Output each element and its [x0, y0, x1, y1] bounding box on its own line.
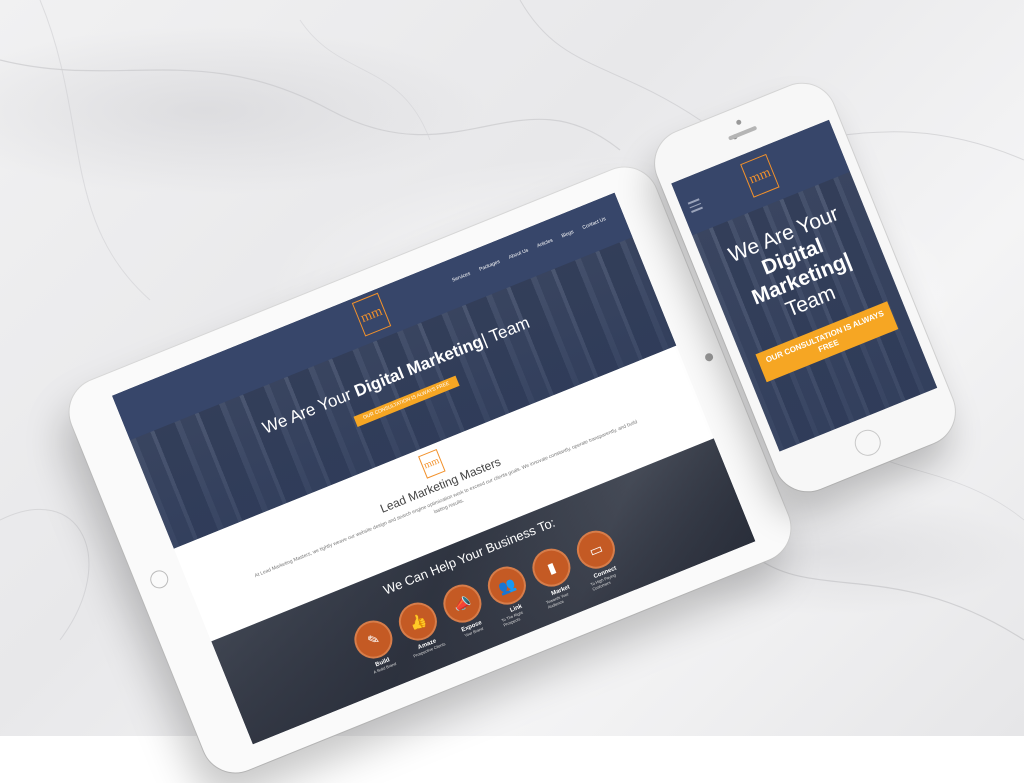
service-connect[interactable]: ▭ Connect To High Paying Customers — [571, 524, 627, 592]
about-logo: mm — [418, 448, 446, 479]
hero-title-pre: We Are Your — [259, 383, 359, 438]
people-icon: 👥 — [482, 560, 532, 611]
service-amaze[interactable]: 👍 Amaze Prospective Clients — [393, 596, 449, 663]
service-build[interactable]: ✎ Build A Solid Brand — [348, 614, 405, 681]
phone-home-button[interactable] — [850, 425, 885, 460]
tablet-camera — [703, 352, 715, 363]
service-market[interactable]: ▮ Market Towards Your Audience — [526, 542, 583, 610]
phone-speaker — [727, 125, 758, 141]
service-expose[interactable]: 📣 Expose Your Brand — [437, 578, 494, 645]
phone-sensor — [735, 119, 743, 126]
tablet-home-button[interactable] — [147, 567, 171, 592]
service-link[interactable]: 👥 Link To The Right Prospects — [482, 560, 538, 628]
pencil-icon: ✎ — [348, 614, 399, 665]
hero-title-post: | Team — [478, 312, 533, 350]
